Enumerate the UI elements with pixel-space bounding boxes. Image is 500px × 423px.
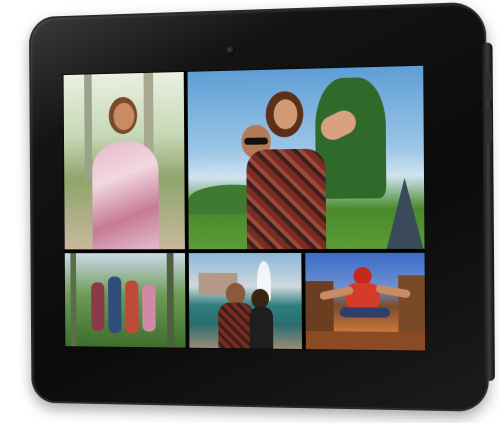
photo-couple-fountain[interactable] [187,251,303,351]
photo-jumping-man-street[interactable] [304,251,427,352]
floral-dress [92,141,160,251]
person [107,276,122,334]
man-head [225,282,246,305]
person [125,280,139,334]
woman-top [249,306,274,351]
tree-trunk [84,74,93,182]
tablet-device [28,1,495,412]
street [305,331,427,352]
front-camera [226,45,235,56]
photo-woman-floral-dress[interactable] [62,70,186,251]
legs [339,307,391,318]
photo-group-forest[interactable] [63,252,187,349]
plaid-shirt [246,148,327,251]
tree-trunk [166,253,175,349]
power-button[interactable] [486,73,492,100]
building-right [398,275,427,339]
person [142,284,156,332]
volume-button[interactable] [486,108,493,144]
sunglasses [244,137,268,145]
tablet-screen[interactable] [62,64,427,352]
tree-trunk [70,253,77,349]
person [91,282,105,332]
sculpture [386,178,423,249]
plaid-shirt [218,302,254,351]
photo-couple-piggyback[interactable] [186,64,426,251]
